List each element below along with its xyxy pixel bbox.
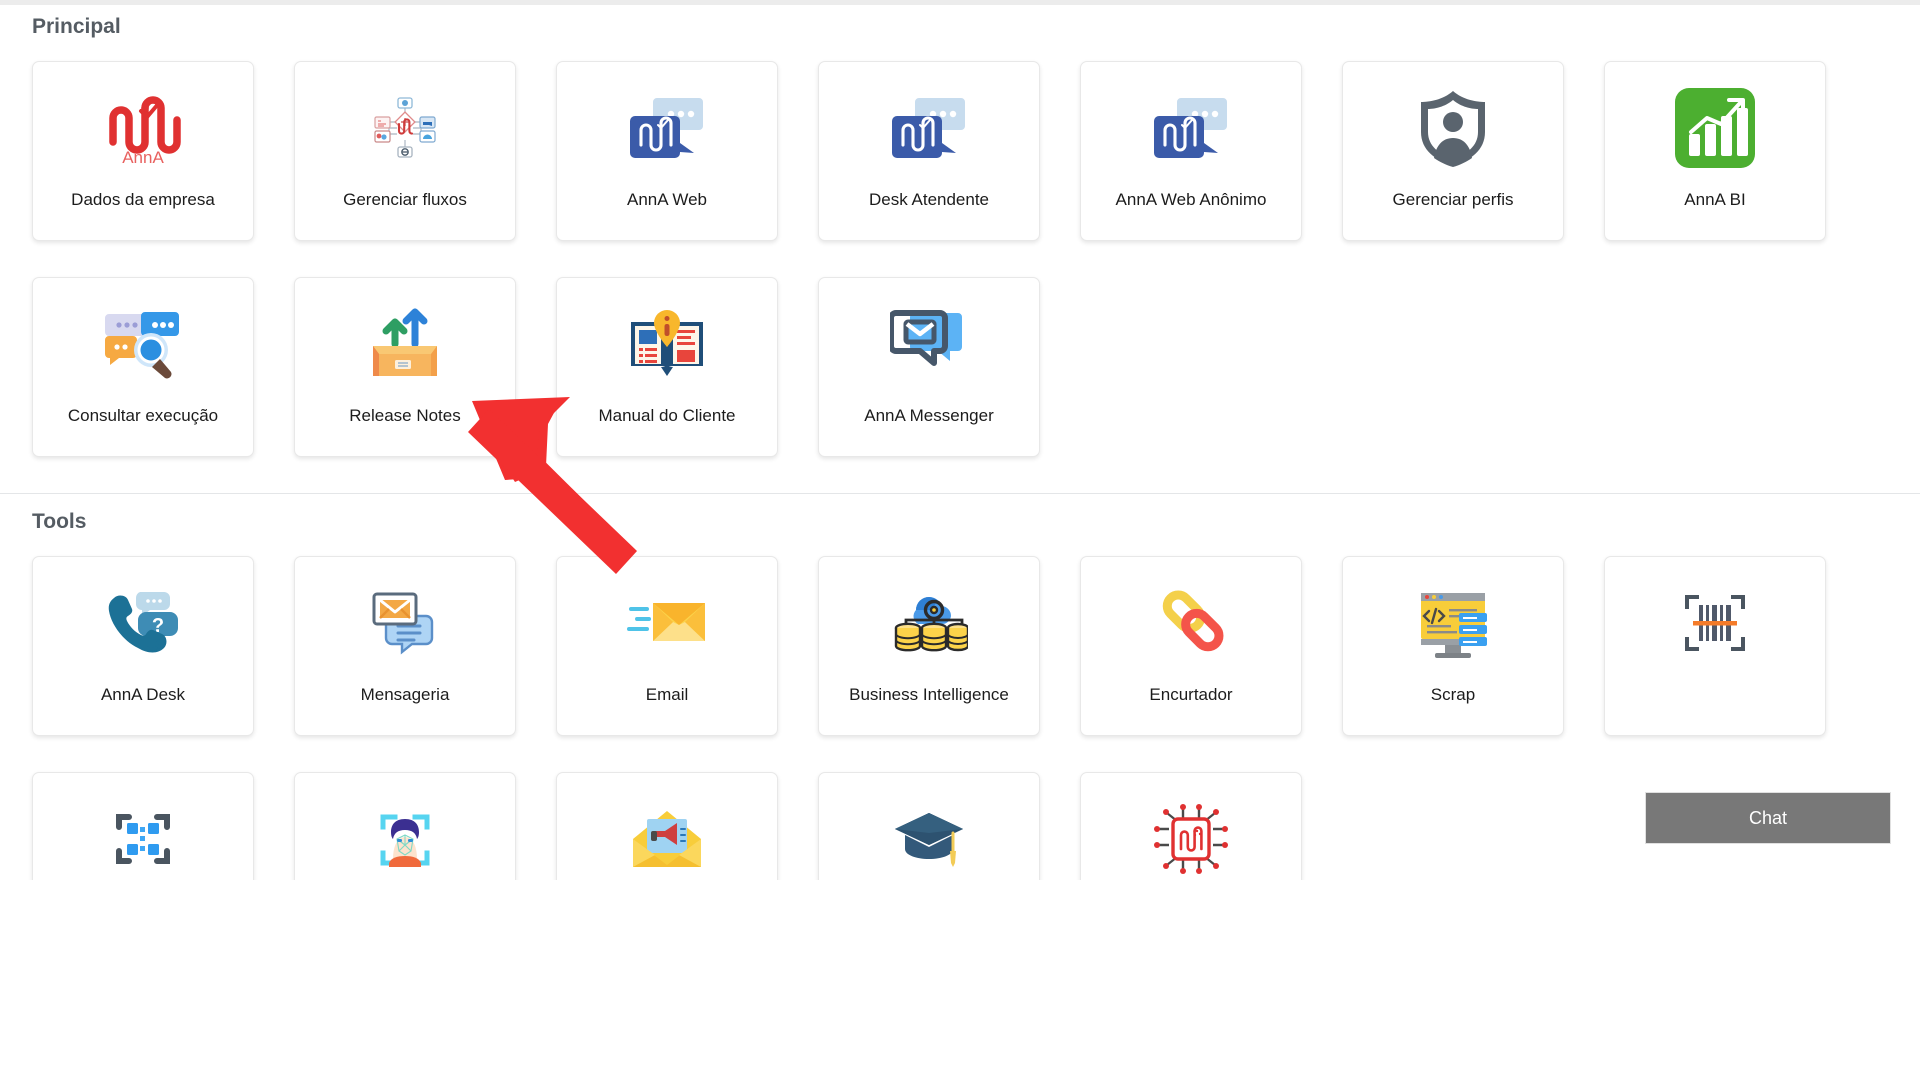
card-label: Manual do Cliente xyxy=(598,406,736,425)
card-business-intelligence[interactable]: Business Intelligence xyxy=(818,556,1040,736)
card-label: Gerenciar fluxos xyxy=(343,190,467,209)
card-consultar-execucao[interactable]: Consultar execução xyxy=(32,277,254,457)
card-release-notes[interactable]: Release Notes xyxy=(294,277,516,457)
main-scroll-area[interactable]: Principal AnnA Dados da empresa Gerencia… xyxy=(0,5,1920,880)
bar-chart-growth-icon xyxy=(1671,84,1759,172)
messenger-envelope-icon xyxy=(885,300,973,388)
monitor-code-icon xyxy=(1409,579,1497,667)
card-face-recognition[interactable] xyxy=(294,772,516,880)
card-label: AnnA BI xyxy=(1684,190,1746,209)
envelope-megaphone-icon xyxy=(623,795,711,880)
barcode-scan-icon xyxy=(1671,579,1759,667)
chat-button[interactable]: Chat xyxy=(1645,792,1891,844)
chat-button-label: Chat xyxy=(1748,807,1788,828)
email-send-icon xyxy=(623,579,711,667)
card-ai-chip[interactable] xyxy=(1080,772,1302,880)
card-dados-da-empresa[interactable]: AnnA Dados da empresa xyxy=(32,61,254,241)
card-label: Release Notes xyxy=(349,406,461,425)
graduation-cap-icon xyxy=(885,795,973,880)
card-training[interactable] xyxy=(818,772,1040,880)
card-anna-web[interactable]: AnnA Web xyxy=(556,61,778,241)
link-chain-icon xyxy=(1147,579,1235,667)
card-anna-bi[interactable]: AnnA BI xyxy=(1604,61,1826,241)
card-label: Dados da empresa xyxy=(71,190,215,209)
card-label: Desk Atendente xyxy=(868,190,990,209)
card-encurtador[interactable]: Encurtador xyxy=(1080,556,1302,736)
card-label: Scrap xyxy=(1430,685,1476,704)
card-label: Encurtador xyxy=(1149,685,1233,704)
card-barcode[interactable] xyxy=(1604,556,1826,736)
card-label: Mensageria xyxy=(360,685,450,704)
card-anna-messenger[interactable]: AnnA Messenger xyxy=(818,277,1040,457)
card-email[interactable]: Email xyxy=(556,556,778,736)
anna-chat-bubble-icon xyxy=(623,84,711,172)
card-label: AnnA Web Anônimo xyxy=(1115,190,1267,209)
card-manual-do-cliente[interactable]: Manual do Cliente xyxy=(556,277,778,457)
box-arrows-up-icon xyxy=(361,300,449,388)
face-recognition-icon xyxy=(361,795,449,880)
section-title-principal: Principal xyxy=(32,15,121,38)
flow-diagram-icon xyxy=(361,84,449,172)
card-label: AnnA Messenger xyxy=(864,406,994,425)
card-anna-web-anonimo[interactable]: AnnA Web Anônimo xyxy=(1080,61,1302,241)
envelope-message-icon xyxy=(361,579,449,667)
card-label: Gerenciar perfis xyxy=(1392,190,1514,209)
ai-chip-icon xyxy=(1147,795,1235,880)
qr-code-icon xyxy=(99,795,187,880)
card-label: Business Intelligence xyxy=(849,685,1009,704)
anna-logo-icon: AnnA xyxy=(99,84,187,172)
principal-grid: AnnA Dados da empresa Gerenciar fluxos A… xyxy=(0,61,1920,493)
book-info-icon xyxy=(623,300,711,388)
card-scrap[interactable]: Scrap xyxy=(1342,556,1564,736)
card-anna-desk[interactable]: ? AnnA Desk xyxy=(32,556,254,736)
card-gerenciar-perfis[interactable]: Gerenciar perfis xyxy=(1342,61,1564,241)
phone-question-icon: ? xyxy=(99,579,187,667)
card-mensageria[interactable]: Mensageria xyxy=(294,556,516,736)
section-title-tools: Tools xyxy=(32,510,87,533)
chat-search-icon xyxy=(99,300,187,388)
card-label: Consultar execução xyxy=(67,406,219,425)
anna-chat-bubble-icon xyxy=(885,84,973,172)
card-label: AnnA Web xyxy=(626,190,708,209)
card-qrcode[interactable] xyxy=(32,772,254,880)
cloud-database-icon xyxy=(885,579,973,667)
card-label: AnnA Desk xyxy=(100,685,186,704)
card-gerenciar-fluxos[interactable]: Gerenciar fluxos xyxy=(294,61,516,241)
shield-user-icon xyxy=(1409,84,1497,172)
card-label: Email xyxy=(645,685,689,704)
tools-grid: ? AnnA Desk Mensageria Email Business In… xyxy=(0,556,1920,880)
card-campaign-email[interactable] xyxy=(556,772,778,880)
app-root: Principal AnnA Dados da empresa Gerencia… xyxy=(0,0,1920,1080)
card-desk-atendente[interactable]: Desk Atendente xyxy=(818,61,1040,241)
svg-text:AnnA: AnnA xyxy=(122,148,164,166)
anna-chat-bubble-icon xyxy=(1147,84,1235,172)
